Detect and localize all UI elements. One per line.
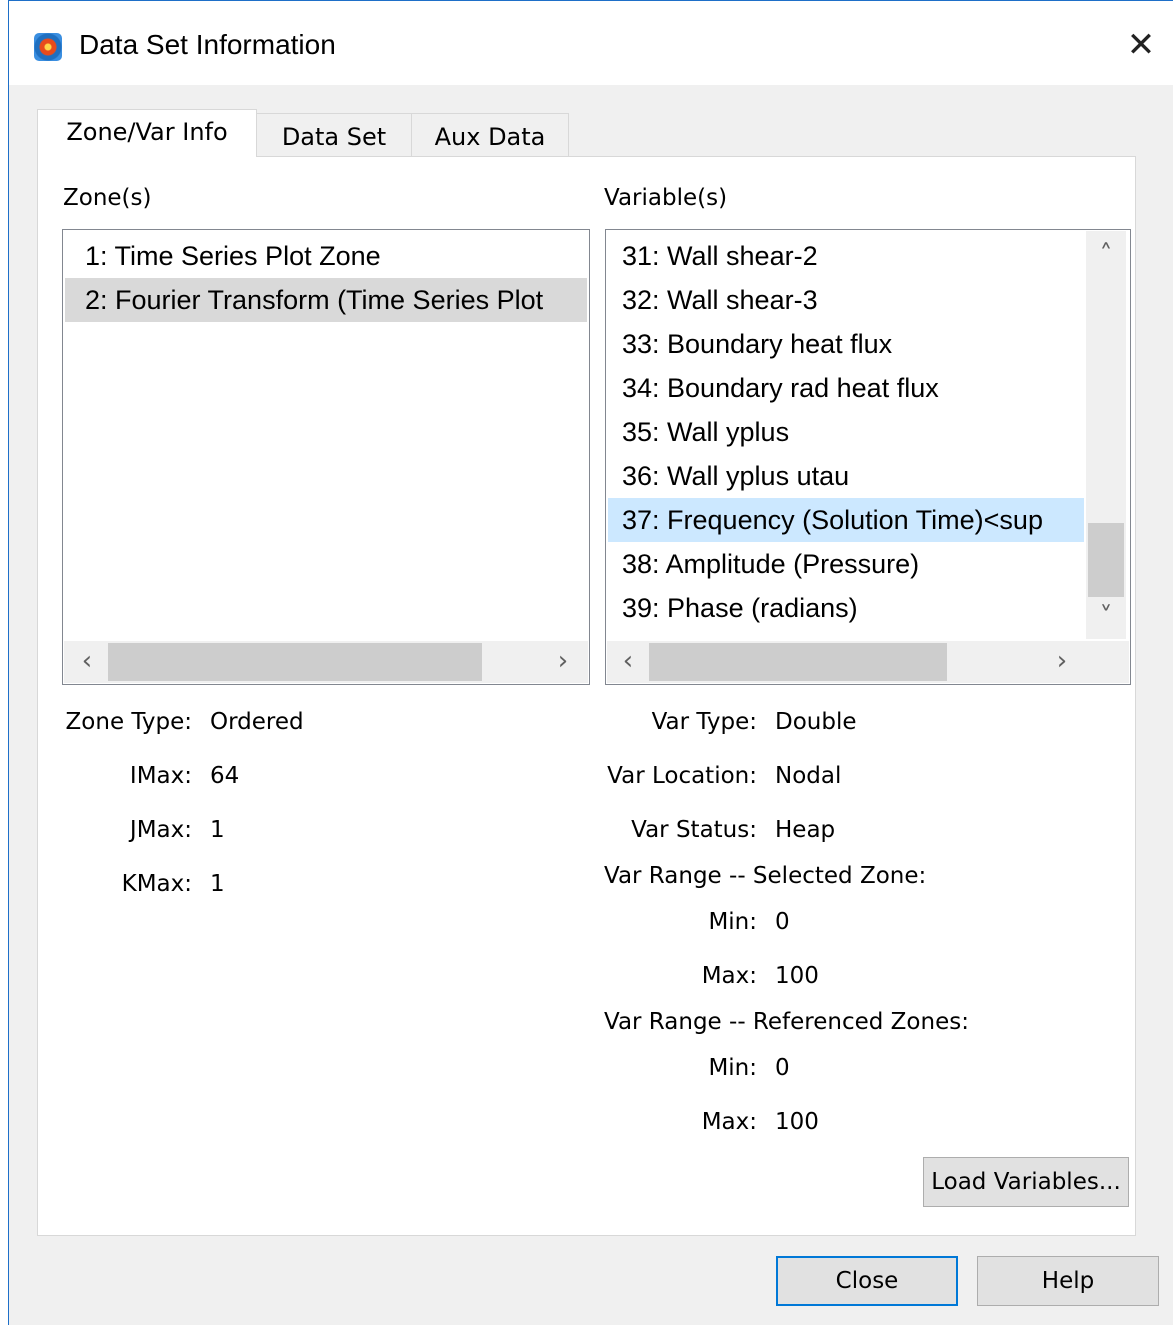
window-title: Data Set Information bbox=[79, 29, 336, 60]
zones-label: Zone(s) bbox=[63, 185, 152, 211]
title-bar: Data Set Information ✕ bbox=[9, 1, 1173, 85]
app-icon bbox=[34, 33, 62, 61]
close-button[interactable]: Close bbox=[776, 1256, 958, 1306]
zones-hscrollbar[interactable]: ‹ › bbox=[64, 641, 588, 683]
variables-hscroll-thumb[interactable] bbox=[649, 643, 947, 681]
selected-min-value: 0 bbox=[775, 909, 790, 935]
referenced-min-label: Min: bbox=[708, 1055, 757, 1081]
variable-item-33[interactable]: 33: Boundary heat flux bbox=[608, 322, 1088, 366]
referenced-max-value: 100 bbox=[775, 1109, 819, 1135]
var-type-value: Double bbox=[775, 709, 857, 735]
imax-label: IMax: bbox=[129, 763, 192, 789]
imax-value: 64 bbox=[210, 763, 240, 789]
var-status-label: Var Status: bbox=[631, 817, 757, 843]
help-button[interactable]: Help bbox=[977, 1256, 1159, 1306]
scroll-right-icon[interactable]: › bbox=[548, 641, 578, 681]
referenced-min-value: 0 bbox=[775, 1055, 790, 1081]
zone-type-label: Zone Type: bbox=[65, 709, 192, 735]
scroll-left-icon[interactable]: ‹ bbox=[72, 641, 102, 681]
variable-item-35[interactable]: 35: Wall yplus bbox=[608, 410, 1088, 454]
scroll-down-icon[interactable]: ˅ bbox=[1091, 597, 1121, 637]
selected-max-label: Max: bbox=[701, 963, 757, 989]
variables-vscrollbar[interactable]: ˄ ˅ bbox=[1086, 231, 1126, 639]
selected-max-value: 100 bbox=[775, 963, 819, 989]
variable-item-31[interactable]: 31: Wall shear-2 bbox=[608, 234, 1088, 278]
scroll-left-icon[interactable]: ‹ bbox=[613, 641, 643, 681]
tab-zone-var-info[interactable]: Zone/Var Info bbox=[37, 109, 257, 157]
load-variables-button[interactable]: Load Variables... bbox=[923, 1157, 1129, 1207]
variable-item-37[interactable]: 37: Frequency (Solution Time)<sup bbox=[608, 498, 1084, 542]
variable-item-32[interactable]: 32: Wall shear-3 bbox=[608, 278, 1088, 322]
variable-item-39[interactable]: 39: Phase (radians) bbox=[608, 586, 1088, 630]
referenced-max-label: Max: bbox=[701, 1109, 757, 1135]
var-location-label: Var Location: bbox=[607, 763, 757, 789]
zone-item-2[interactable]: 2: Fourier Transform (Time Series Plot bbox=[65, 278, 587, 322]
var-status-value: Heap bbox=[775, 817, 836, 843]
scroll-right-icon[interactable]: › bbox=[1047, 641, 1077, 681]
variables-listbox[interactable]: 31: Wall shear-2 32: Wall shear-3 33: Bo… bbox=[605, 229, 1131, 685]
jmax-value: 1 bbox=[210, 817, 225, 843]
zones-hscroll-thumb[interactable] bbox=[108, 643, 482, 681]
zone-type-value: Ordered bbox=[210, 709, 304, 735]
selected-min-label: Min: bbox=[708, 909, 757, 935]
variables-vscroll-thumb[interactable] bbox=[1088, 523, 1124, 597]
kmax-value: 1 bbox=[210, 871, 225, 897]
variable-item-36[interactable]: 36: Wall yplus utau bbox=[608, 454, 1088, 498]
scroll-up-icon[interactable]: ˄ bbox=[1091, 235, 1121, 275]
var-location-value: Nodal bbox=[775, 763, 842, 789]
zone-var-info-panel: Zone(s) 1: Time Series Plot Zone 2: Four… bbox=[37, 156, 1136, 1236]
var-range-referenced-header: Var Range -- Referenced Zones: bbox=[604, 1009, 969, 1035]
tab-data-set[interactable]: Data Set bbox=[256, 113, 412, 157]
zone-item-1[interactable]: 1: Time Series Plot Zone bbox=[65, 234, 587, 278]
tab-aux-data[interactable]: Aux Data bbox=[411, 113, 569, 157]
variable-item-38[interactable]: 38: Amplitude (Pressure) bbox=[608, 542, 1088, 586]
close-icon[interactable]: ✕ bbox=[1123, 27, 1159, 63]
variables-hscrollbar[interactable]: ‹ › bbox=[607, 641, 1129, 683]
var-range-selected-header: Var Range -- Selected Zone: bbox=[604, 863, 927, 889]
kmax-label: KMax: bbox=[121, 871, 192, 897]
jmax-label: JMax: bbox=[129, 817, 192, 843]
variables-label: Variable(s) bbox=[604, 185, 728, 211]
variable-item-34[interactable]: 34: Boundary rad heat flux bbox=[608, 366, 1088, 410]
data-set-information-dialog: Data Set Information ✕ Zone/Var Info Dat… bbox=[8, 0, 1173, 1325]
zones-listbox[interactable]: 1: Time Series Plot Zone 2: Fourier Tran… bbox=[62, 229, 590, 685]
var-type-label: Var Type: bbox=[651, 709, 757, 735]
